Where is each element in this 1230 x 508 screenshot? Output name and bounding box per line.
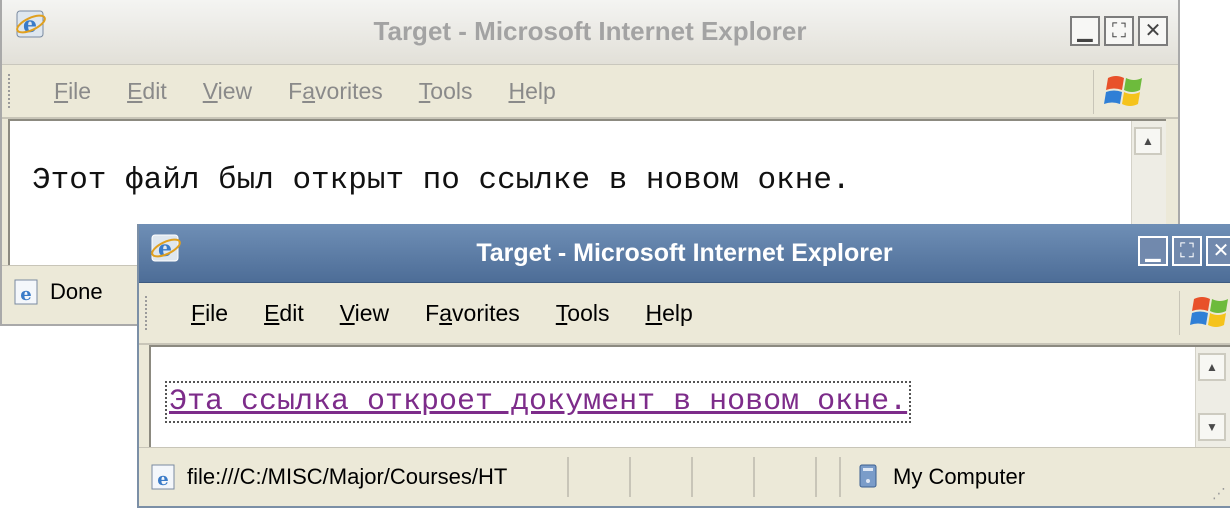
menu-edit-accel: E <box>264 299 280 326</box>
status-panel <box>567 457 629 497</box>
menu-help-rest: elp <box>662 299 693 326</box>
menu-favorites[interactable]: Favorites <box>288 78 383 105</box>
menu-favorites-prefix: F <box>288 77 303 104</box>
menu-edit[interactable]: Edit <box>127 78 167 105</box>
status-panel <box>691 457 753 497</box>
menu-tools-accel: T <box>418 77 431 104</box>
page-icon: e <box>14 279 38 305</box>
menu-help[interactable]: Help <box>508 78 555 105</box>
close-icon: ✕ <box>1212 240 1230 262</box>
menu-help-rest: elp <box>525 77 556 104</box>
close-button[interactable]: ✕ <box>1138 16 1168 46</box>
menu-help[interactable]: Help <box>645 300 692 327</box>
svg-text:e: e <box>157 469 168 490</box>
scroll-down-button[interactable]: ▼ <box>1198 413 1226 441</box>
window-controls: ▁ ⛶ ✕ <box>1138 236 1230 266</box>
menu-tools[interactable]: Tools <box>419 78 473 105</box>
vertical-scrollbar[interactable]: ▲ ▼ <box>1195 347 1230 447</box>
menu-help-accel: H <box>508 77 526 104</box>
menu-file-rest: ile <box>68 77 92 104</box>
menu-tools-rest: ools <box>430 77 473 104</box>
minimize-icon: ▁ <box>1077 20 1093 42</box>
scroll-up-button[interactable]: ▲ <box>1134 127 1162 155</box>
window-controls: ▁ ⛶ ✕ <box>1070 16 1168 46</box>
maximize-icon: ⛶ <box>1180 240 1194 262</box>
menu-edit-rest: dit <box>142 77 167 104</box>
menu-favorites-rest: vorites <box>452 299 520 326</box>
menu-view-accel: V <box>339 299 355 326</box>
menu-view-rest: iew <box>217 77 253 104</box>
status-panel <box>629 457 691 497</box>
maximize-button[interactable]: ⛶ <box>1172 236 1202 266</box>
menu-file-accel: F <box>191 299 206 326</box>
ie-window-foreground[interactable]: e Target - Microsoft Internet Explorer ▁… <box>137 224 1230 508</box>
menu-edit[interactable]: Edit <box>264 300 304 327</box>
minimize-button[interactable]: ▁ <box>1138 236 1168 266</box>
document-text: Этот файл был открыт по ссылке в новом о… <box>32 163 851 198</box>
status-zone: My Computer <box>893 464 1026 489</box>
arrow-up-icon: ▲ <box>1142 134 1154 148</box>
menu-view[interactable]: View <box>340 300 389 327</box>
menu-favorites-accel: a <box>302 77 316 104</box>
minimize-button[interactable]: ▁ <box>1070 16 1100 46</box>
menu-view-rest: iew <box>354 299 390 326</box>
status-zone-panel: My Computer <box>839 457 1025 497</box>
status-text: Done <box>50 279 103 304</box>
resize-grip-icon[interactable]: ⋰ <box>1212 485 1226 502</box>
menu-file-accel: F <box>54 77 69 104</box>
computer-icon <box>859 464 877 488</box>
menu-favorites-prefix: F <box>425 299 440 326</box>
arrow-up-icon: ▲ <box>1206 360 1218 374</box>
menu-bar: File Edit View Favorites Tools Help <box>2 65 1178 119</box>
menu-view[interactable]: View <box>203 78 252 105</box>
toolbar-grip[interactable] <box>8 74 14 108</box>
menu-favorites-rest: vorites <box>315 77 383 104</box>
menu-tools-accel: T <box>555 299 568 326</box>
status-panel <box>815 457 839 497</box>
menu-tools[interactable]: Tools <box>556 300 610 327</box>
close-button[interactable]: ✕ <box>1206 236 1230 266</box>
menu-tools-rest: ools <box>567 299 610 326</box>
menu-help-accel: H <box>645 299 663 326</box>
close-icon: ✕ <box>1144 20 1162 42</box>
status-panel <box>753 457 815 497</box>
document-area[interactable]: Эта ссылка откроет документ в новом окне… <box>149 345 1230 447</box>
svg-text:e: e <box>20 284 31 305</box>
menu-view-accel: V <box>202 77 218 104</box>
menu-file[interactable]: File <box>191 300 228 327</box>
toolbar-grip[interactable] <box>145 296 151 330</box>
arrow-down-icon: ▼ <box>1206 420 1218 434</box>
title-bar[interactable]: e Target - Microsoft Internet Explorer ▁… <box>2 0 1178 65</box>
status-url: file:///C:/MISC/Major/Courses/HT <box>187 464 508 489</box>
menu-bar: File Edit View Favorites Tools Help <box>139 283 1230 345</box>
menu-favorites-accel: a <box>439 299 453 326</box>
maximize-icon: ⛶ <box>1112 20 1126 42</box>
menu-edit-rest: dit <box>279 299 304 326</box>
scroll-up-button[interactable]: ▲ <box>1198 353 1226 381</box>
title-bar[interactable]: e Target - Microsoft Internet Explorer ▁… <box>139 224 1230 283</box>
menu-file[interactable]: File <box>54 78 91 105</box>
status-bar: e file:///C:/MISC/Major/Courses/HT My Co… <box>139 447 1230 506</box>
menu-file-rest: ile <box>205 299 229 326</box>
window-title: Target - Microsoft Internet Explorer <box>373 16 807 46</box>
menu-edit-accel: E <box>127 77 143 104</box>
document-link[interactable]: Эта ссылка откроет документ в новом окне… <box>164 381 912 423</box>
minimize-icon: ▁ <box>1145 240 1161 262</box>
menu-favorites[interactable]: Favorites <box>425 300 520 327</box>
windows-logo-icon <box>1179 291 1228 335</box>
maximize-button[interactable]: ⛶ <box>1104 16 1134 46</box>
page-icon: e <box>151 464 175 490</box>
window-title: Target - Microsoft Internet Explorer <box>476 239 893 267</box>
windows-logo-icon <box>1093 70 1142 114</box>
